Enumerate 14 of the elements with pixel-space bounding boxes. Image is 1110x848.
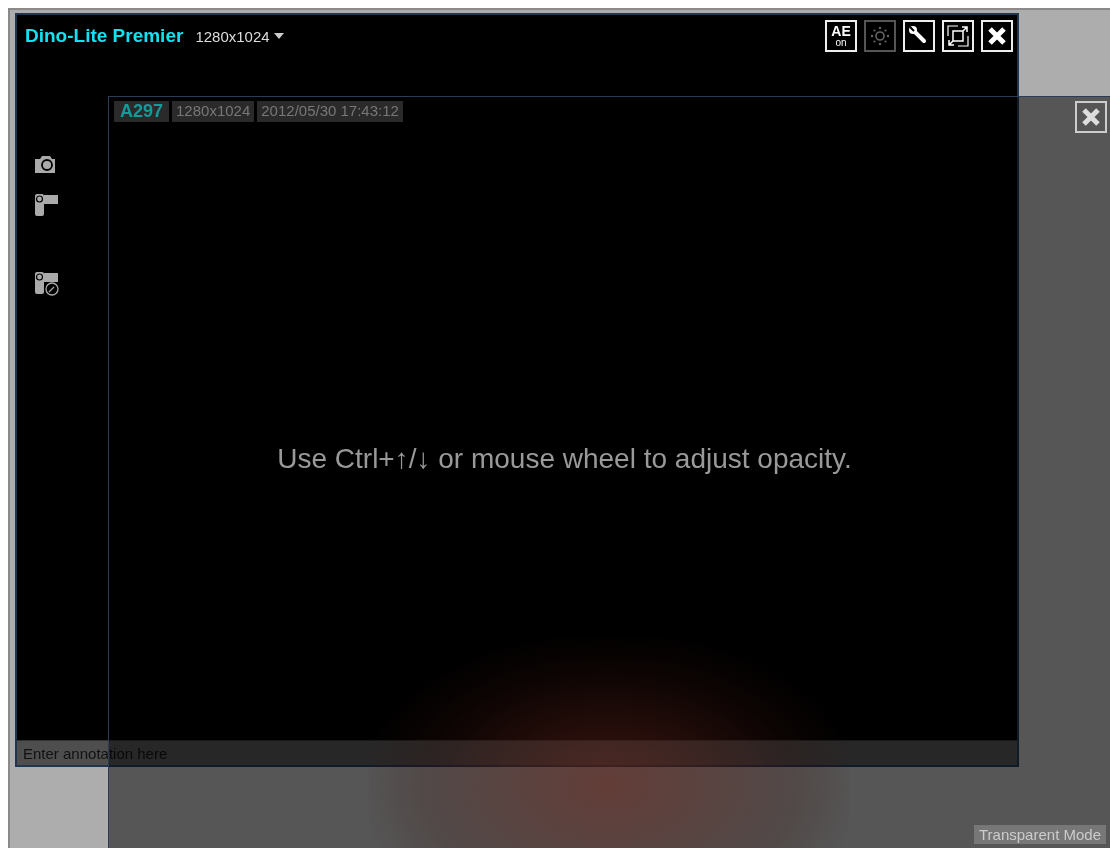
- resize-icon: [946, 24, 970, 48]
- device-label: A297: [114, 101, 170, 122]
- resolution-label: 1280x1024: [172, 101, 255, 122]
- resolution-dropdown[interactable]: 1280x1024: [195, 27, 284, 45]
- resize-button[interactable]: [942, 20, 974, 52]
- app-title: Dino-Lite Premier: [25, 25, 184, 47]
- caret-icon: [273, 33, 284, 39]
- sun-icon: [868, 24, 892, 48]
- settings-button[interactable]: [903, 20, 935, 52]
- timestamp-label: 2012/05/30 17:43:12: [257, 101, 403, 122]
- mode-label: Transparent Mode: [974, 825, 1106, 844]
- camcorder-timer-icon: [32, 269, 62, 297]
- auto-exposure-button[interactable]: AE on: [825, 20, 857, 52]
- opacity-hint: Use Ctrl+↑/↓ or mouse wheel to adjust opacity.: [276, 443, 853, 475]
